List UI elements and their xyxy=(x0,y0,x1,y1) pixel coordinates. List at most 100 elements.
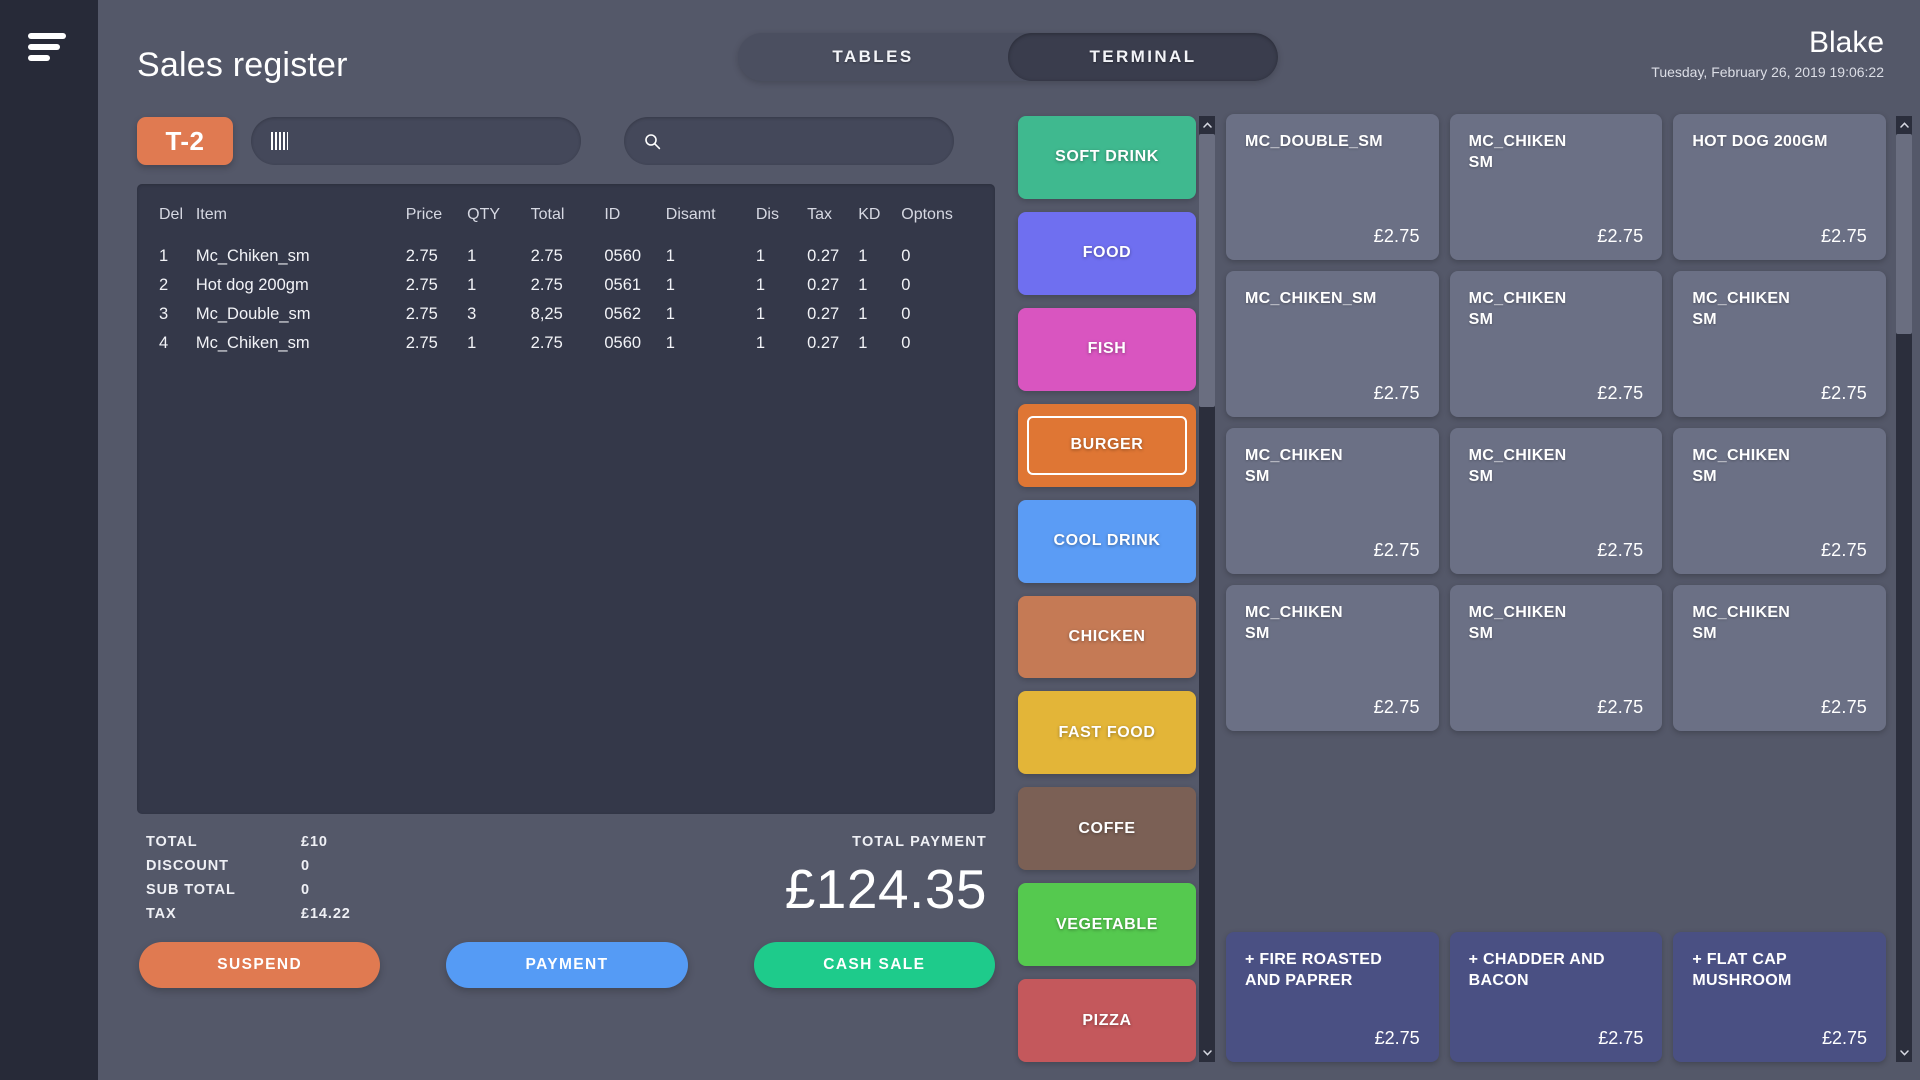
category-vegetable[interactable]: VEGETABLE xyxy=(1018,883,1196,967)
category-label: PIZZA xyxy=(1082,1011,1132,1029)
cell-total: 2.75 xyxy=(530,334,563,352)
cell-optons: 0 xyxy=(901,305,911,323)
table-badge[interactable]: T-2 xyxy=(137,117,233,165)
chevron-up-icon[interactable] xyxy=(1199,116,1215,134)
category-food[interactable]: FOOD xyxy=(1018,211,1196,295)
order-panel: T-2 Del Item Price QTY Total ID Disamt D… xyxy=(137,116,995,1060)
cell-tax: 0.27 xyxy=(807,276,840,294)
category-scroll-thumb[interactable] xyxy=(1199,134,1215,407)
barcode-input-field[interactable] xyxy=(298,132,561,150)
cell-del[interactable]: 4 xyxy=(159,329,196,358)
modifier-card[interactable]: + FLAT CAP MUSHROOM £2.75 xyxy=(1673,932,1886,1062)
product-scrollbar[interactable] xyxy=(1896,116,1912,1062)
cell-del[interactable]: 1 xyxy=(159,242,196,271)
product-scroll-thumb[interactable] xyxy=(1896,134,1912,335)
cell-del[interactable]: 2 xyxy=(159,271,196,300)
action-buttons: SUSPEND PAYMENT CASH SALE xyxy=(137,942,995,988)
category-burger[interactable]: BURGER xyxy=(1018,403,1196,487)
category-fast-food[interactable]: FAST FOOD xyxy=(1018,691,1196,775)
order-items-table: Del Item Price QTY Total ID Disamt Dis T… xyxy=(159,202,973,358)
modifier-card[interactable]: + CHADDER AND BACON £2.75 xyxy=(1449,932,1663,1062)
payment-button[interactable]: PAYMENT xyxy=(446,942,688,988)
pos-application: Sales register TABLES TERMINAL Blake Tue… xyxy=(0,0,1920,1080)
cell-item: Hot dog 200gm xyxy=(195,276,309,294)
category-label: BURGER xyxy=(1070,436,1144,454)
category-scroll-track[interactable] xyxy=(1199,134,1215,1044)
col-tax: Tax xyxy=(807,206,832,223)
main-stage: Sales register TABLES TERMINAL Blake Tue… xyxy=(98,0,1920,1080)
modifier-name: + CHADDER AND BACON xyxy=(1468,951,1605,989)
chevron-up-icon[interactable] xyxy=(1896,116,1912,134)
product-card[interactable]: MC_CHIKEN_SM £2.75 xyxy=(1226,271,1439,417)
product-name: MC_CHIKEN SM xyxy=(1468,604,1567,642)
product-card[interactable]: MC_CHIKEN SM £2.75 xyxy=(1226,585,1439,731)
cell-disamt: 1 xyxy=(665,247,675,265)
modifier-price: £2.75 xyxy=(1598,1028,1644,1048)
product-card[interactable]: MC_CHIKEN SM £2.75 xyxy=(1449,271,1663,417)
category-coffe[interactable]: COFFE xyxy=(1018,787,1196,871)
chevron-down-icon[interactable] xyxy=(1896,1044,1912,1062)
table-row[interactable]: 4 Mc_Chiken_sm 2.75 1 2.75 0560 1 1 0.27 1 0 xyxy=(159,329,973,358)
tab-terminal[interactable]: TERMINAL xyxy=(1008,33,1278,81)
col-optons: Optons xyxy=(901,206,953,223)
tab-tables[interactable]: TABLES xyxy=(738,33,1008,81)
product-name: MC_DOUBLE_SM xyxy=(1245,133,1383,150)
product-card[interactable]: MC_CHIKEN SM £2.75 xyxy=(1449,585,1663,731)
search-input-field[interactable] xyxy=(673,132,934,150)
product-price: £2.75 xyxy=(1597,540,1644,560)
product-price: £2.75 xyxy=(1597,697,1644,717)
category-list: SOFT DRINK FOOD FISH BURGER COOL DRINK CHICKE… xyxy=(1018,116,1196,1063)
product-card[interactable]: MC_CHIKEN SM £2.75 xyxy=(1673,428,1886,574)
cell-del[interactable]: 3 xyxy=(159,300,196,329)
table-row[interactable]: 2 Hot dog 200gm 2.75 1 2.75 0561 1 1 0.27 1 0 xyxy=(159,271,973,300)
product-card[interactable]: MC_CHIKEN SM £2.75 xyxy=(1449,114,1663,260)
cell-disamt: 1 xyxy=(665,334,675,352)
col-id: ID xyxy=(604,206,621,223)
product-name: MC_CHIKEN SM xyxy=(1245,447,1343,485)
product-name: MC_CHIKEN SM xyxy=(1692,447,1791,485)
order-table-body: 1 Mc_Chiken_sm 2.75 1 2.75 0560 1 1 0.27 1 0 2 Hot d… xyxy=(159,242,973,358)
cell-total: 2.75 xyxy=(530,276,563,294)
modifier-name: + FLAT CAP MUSHROOM xyxy=(1692,951,1792,989)
product-price: £2.75 xyxy=(1820,697,1867,717)
category-pizza[interactable]: PIZZA xyxy=(1018,979,1196,1063)
category-soft-drink[interactable]: SOFT DRINK xyxy=(1018,116,1196,199)
category-cool-drink[interactable]: COOL DRINK xyxy=(1018,499,1196,583)
cash-sale-button[interactable]: CASH SALE xyxy=(753,942,995,988)
category-chicken[interactable]: CHICKEN xyxy=(1018,595,1196,679)
cell-tax: 0.27 xyxy=(807,247,840,265)
product-grid: MC_DOUBLE_SM £2.75 MC_CHIKEN SM £2.75 HOT DO… xyxy=(1226,114,1886,731)
category-label: COOL DRINK xyxy=(1053,532,1161,550)
product-card[interactable]: HOT DOG 200GM £2.75 xyxy=(1673,114,1886,260)
totals-label: TOTAL xyxy=(146,834,198,850)
col-disamt: Disamt xyxy=(665,206,716,223)
barcode-input[interactable] xyxy=(251,117,581,165)
product-card[interactable]: MC_CHIKEN SM £2.75 xyxy=(1449,428,1663,574)
table-row[interactable]: 3 Mc_Double_sm 2.75 3 8,25 0562 1 1 0.27 1 0 xyxy=(159,300,973,329)
chevron-down-icon[interactable] xyxy=(1199,1044,1215,1062)
current-datetime: Tuesday, February 26, 2019 19:06:22 xyxy=(1651,64,1884,80)
product-price: £2.75 xyxy=(1597,383,1644,403)
product-card[interactable]: MC_CHIKEN SM £2.75 xyxy=(1226,428,1439,574)
cell-price: 2.75 xyxy=(405,305,438,323)
product-card[interactable]: MC_CHIKEN SM £2.75 xyxy=(1673,585,1886,731)
modifier-grid: + FIRE ROASTED AND PAPRER £2.75 + CHADDER … xyxy=(1226,932,1886,1062)
col-dis: Dis xyxy=(755,206,779,223)
product-name: MC_CHIKEN SM xyxy=(1692,604,1791,642)
category-scrollbar[interactable] xyxy=(1199,116,1215,1062)
search-input[interactable] xyxy=(624,117,954,165)
hamburger-icon[interactable] xyxy=(28,33,72,63)
table-row[interactable]: 1 Mc_Chiken_sm 2.75 1 2.75 0560 1 1 0.27 1 0 xyxy=(159,242,973,271)
product-price: £2.75 xyxy=(1373,383,1420,403)
product-scroll-track[interactable] xyxy=(1896,134,1912,1044)
suspend-button[interactable]: SUSPEND xyxy=(139,942,381,988)
product-name: MC_CHIKEN SM xyxy=(1468,133,1567,171)
col-qty: QTY xyxy=(467,206,501,223)
category-fish[interactable]: FISH xyxy=(1018,307,1196,391)
modifier-card[interactable]: + FIRE ROASTED AND PAPRER £2.75 xyxy=(1226,932,1439,1062)
modifier-name: + FIRE ROASTED AND PAPRER xyxy=(1245,951,1383,989)
category-label: FOOD xyxy=(1082,244,1132,262)
product-card[interactable]: MC_CHIKEN SM £2.75 xyxy=(1673,271,1886,417)
product-card[interactable]: MC_DOUBLE_SM £2.75 xyxy=(1226,114,1439,260)
modifier-price: £2.75 xyxy=(1821,1028,1867,1048)
